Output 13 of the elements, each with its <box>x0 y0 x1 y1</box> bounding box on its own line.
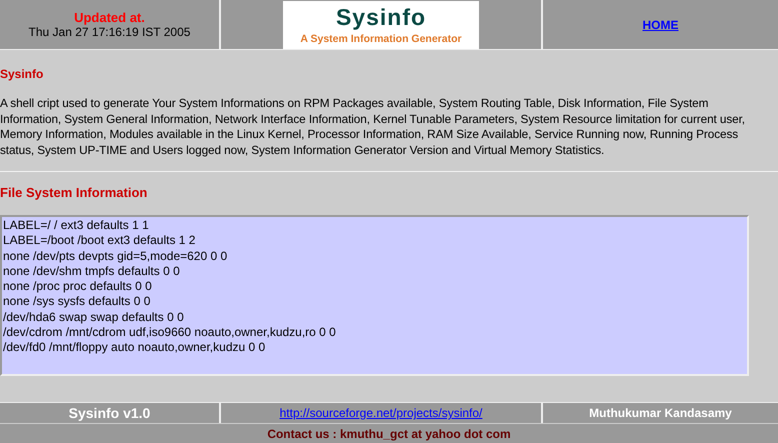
contact-text: Contact us : kmuthu_gct at yahoo dot com <box>267 426 511 440</box>
section-title: File System Information <box>0 185 148 200</box>
text-area[interactable]: LABEL=/ / ext3 defaults 1 1 LABEL=/boot /boot ext3 defaults 1 2 none /dev/pts devpts gid=5,mode=620 0 0 none /dev/shm tmpfs defaults 0 0 none /proc proc defaults 0 0 none /sys sysfs defaults 0 0 /dev/hda6 swap swap defaults 0 0 /dev/cdrom /mnt/cdrom udf,iso9660 noauto,owner,kudzu,ro 0 0 /dev/fd0 /mnt/floppy auto noauto,owner,kudzu 0 0 <box>0 215 749 376</box>
project-link[interactable]: http://sourceforge.net/projects/sysinfo/ <box>280 406 482 420</box>
updated-time: Thu Jan 27 17:16:19 IST 2005 <box>28 25 190 39</box>
intro-text: A shell cript used to generate Your System Informations on RPM Packages available, System Routing Table, Disk Information, File System Information, System General Information, Network Interface Information, Kernel Tunable Parameters, System Resource limitation for current user, Memory Information, Modules available in the Linux Kernel, Processor Information, RAM Size Available, Service Running now, Running Process status, System UP-TIME and Users logged now, System Information Generator Version and Virtual Memory Statistics. <box>0 96 746 158</box>
home-link[interactable]: HOME <box>642 18 678 32</box>
author-name: Muthukumar Kandasamy <box>589 406 732 420</box>
version-label: Sysinfo v1.0 <box>68 405 150 421</box>
intro-title: Sysinfo <box>0 67 44 81</box>
logo-title: Sysinfo <box>336 4 426 28</box>
logo-subtitle: A System Information Generator <box>300 32 462 44</box>
updated-label: Updated at. <box>74 10 145 25</box>
